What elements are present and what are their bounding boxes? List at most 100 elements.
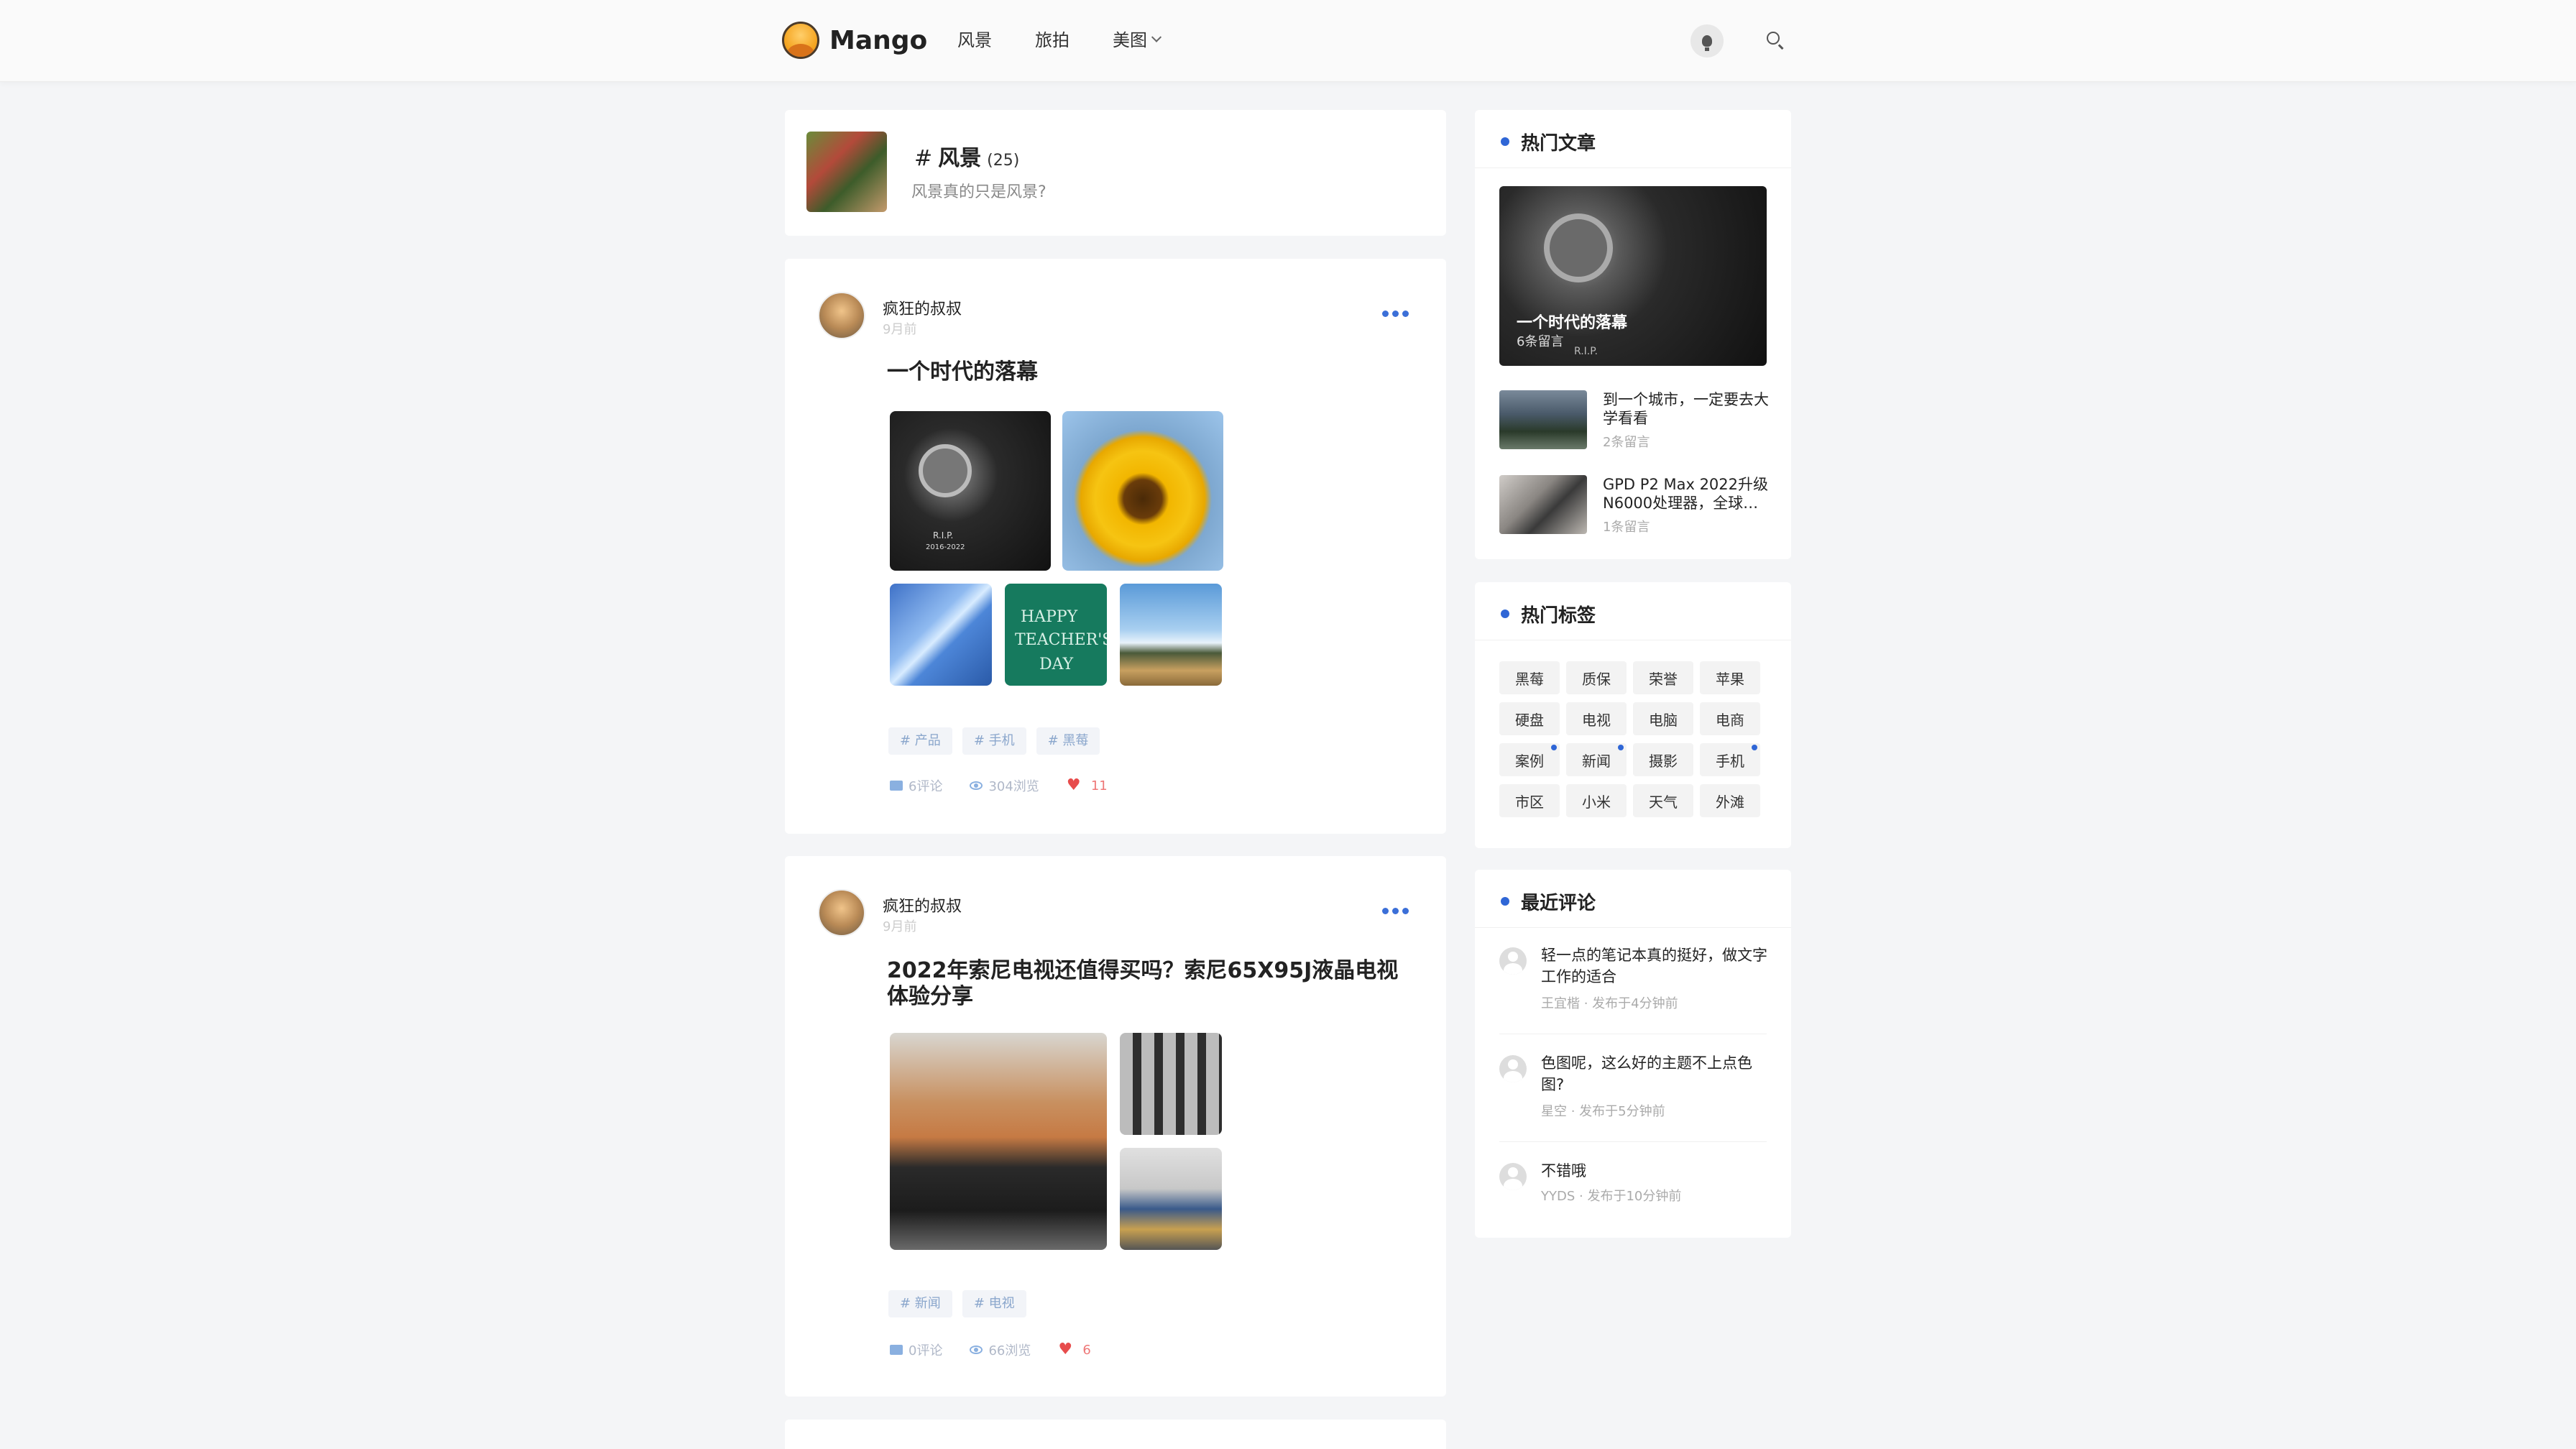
post-image-sunflower[interactable]	[1062, 411, 1223, 571]
dot	[1392, 908, 1399, 914]
tag-link[interactable]: # 黑莓	[1036, 727, 1100, 755]
like-button[interactable]: ♥ 11	[1067, 778, 1108, 794]
post-tags: # 新闻 # 电视	[888, 1290, 1026, 1317]
post-title[interactable]: 2022年索尼电视还值得买吗？索尼65X95J液晶电视体验分享	[887, 958, 1419, 1010]
tag-pill[interactable]: 电脑	[1633, 702, 1693, 735]
category-count: (25)	[987, 152, 1020, 170]
image-caption: DAY	[1039, 656, 1074, 673]
avatar[interactable]	[818, 889, 865, 937]
post-time: 9月前	[883, 322, 917, 337]
post-time: 9月前	[883, 919, 917, 934]
eye-icon	[970, 1346, 983, 1354]
comment-item[interactable]: 不错哦 YYDS · 发布于10分钟前	[1499, 1160, 1772, 1218]
post-title[interactable]: 一个时代的落幕	[887, 359, 1419, 385]
hot-article-comments: 2条留言	[1603, 435, 1650, 450]
theme-toggle-button[interactable]	[1690, 24, 1724, 58]
hero-title: 一个时代的落幕	[1517, 314, 1628, 332]
tag-label: 案例	[1515, 752, 1544, 770]
chevron-down-icon	[1151, 32, 1162, 42]
post-image-landscape[interactable]	[1120, 584, 1222, 686]
top-navbar: Mango 风景 旅拍 美图	[0, 0, 2576, 82]
more-options-button[interactable]	[1382, 908, 1409, 914]
tag-label: 市区	[1515, 793, 1544, 811]
comment-count[interactable]: 0评论	[890, 1340, 942, 1359]
tag-pill[interactable]: 手机	[1700, 743, 1760, 776]
tag-pill[interactable]: 硬盘	[1499, 702, 1560, 735]
widget-title: 热门标签	[1521, 604, 1596, 627]
comment-item[interactable]: 色图呢，这么好的主题不上点色图? 星空 · 发布于5分钟前	[1499, 1052, 1772, 1138]
widget-heading: 热门标签	[1501, 599, 1596, 628]
tag-label: 摄影	[1649, 752, 1678, 770]
nav-label: 旅拍	[1035, 30, 1070, 50]
post-meta: 0评论 66浏览 ♥ 6	[890, 1340, 1118, 1359]
tag-pill[interactable]: 天气	[1633, 784, 1693, 817]
nav-label: 美图	[1113, 30, 1147, 50]
avatar[interactable]	[818, 292, 865, 339]
post-author[interactable]: 疯狂的叔叔	[883, 893, 962, 916]
category-header: # 风景 (25) 风景真的只是风景?	[785, 110, 1446, 236]
tag-pill[interactable]: 苹果	[1700, 661, 1760, 694]
search-button[interactable]	[1762, 27, 1788, 53]
heart-icon: ♥	[1058, 1340, 1073, 1358]
tag-pill[interactable]: 黑莓	[1499, 661, 1560, 694]
image-caption: R.I.P.	[1574, 346, 1598, 357]
tag-pill[interactable]: 外滩	[1700, 784, 1760, 817]
tag-label: 电脑	[1649, 711, 1678, 729]
category-name: 风景	[938, 146, 982, 171]
mango-logo-icon	[782, 22, 819, 59]
hot-indicator-icon	[1551, 745, 1557, 750]
post-meta: 6评论 304浏览 ♥ 11	[890, 776, 1135, 795]
avatar	[1499, 947, 1527, 975]
tag-pill[interactable]: 电视	[1566, 702, 1627, 735]
tag-link[interactable]: # 手机	[962, 727, 1026, 755]
tag-link[interactable]: # 产品	[888, 727, 952, 755]
hot-article-thumbnail	[1499, 390, 1587, 449]
dot	[1392, 310, 1399, 317]
post-author[interactable]: 疯狂的叔叔	[883, 296, 962, 319]
post-image-chairs[interactable]	[890, 1033, 1107, 1250]
post-image-teachers-day[interactable]: HAPPY TEACHER'S DAY	[1005, 584, 1107, 686]
tag-label: 天气	[1649, 793, 1678, 811]
image-caption: TEACHER'S	[1015, 631, 1107, 649]
hero-comment-count: 6条留言	[1517, 334, 1564, 349]
hot-article-hero[interactable]: 一个时代的落幕 6条留言 R.I.P.	[1499, 186, 1767, 366]
category-thumbnail	[806, 132, 887, 212]
tag-pill[interactable]: 摄影	[1633, 743, 1693, 776]
like-button[interactable]: ♥ 6	[1058, 1340, 1090, 1358]
tag-link[interactable]: # 新闻	[888, 1290, 952, 1317]
post-image-office[interactable]	[1120, 1148, 1222, 1250]
tag-pill[interactable]: 新闻	[1566, 743, 1627, 776]
tag-pill[interactable]: 质保	[1566, 661, 1627, 694]
nav-item-photos[interactable]: 美图	[1113, 26, 1162, 55]
tag-pill[interactable]: 案例	[1499, 743, 1560, 776]
dot	[1382, 310, 1389, 317]
image-caption: R.I.P.	[933, 530, 954, 540]
like-count-text: 11	[1090, 778, 1108, 794]
hot-article-item[interactable]: GPD P2 Max 2022升级N6000处理器，全球… 1条留言	[1499, 475, 1772, 535]
tag-pill[interactable]: 小米	[1566, 784, 1627, 817]
hot-article-thumbnail	[1499, 475, 1587, 534]
nav-item-landscape[interactable]: 风景	[957, 26, 992, 55]
comment-count[interactable]: 6评论	[890, 776, 942, 795]
comment-item[interactable]: 轻一点的笔记本真的挺好，做文字工作的适合 王宜楷 · 发布于4分钟前	[1499, 944, 1772, 1031]
comment-text: 不错哦	[1541, 1162, 1586, 1179]
tag-pill[interactable]: 电商	[1700, 702, 1760, 735]
widget-heading: 最近评论	[1501, 887, 1596, 916]
nav-item-travel[interactable]: 旅拍	[1035, 26, 1070, 55]
tag-pill[interactable]: 市区	[1499, 784, 1560, 817]
post-image-buildings[interactable]	[890, 584, 992, 686]
widget-heading: 热门文章	[1501, 127, 1596, 156]
divider	[1475, 167, 1791, 168]
hot-article-item[interactable]: 到一个城市，一定要去大学看看 2条留言	[1499, 390, 1772, 450]
more-options-button[interactable]	[1382, 310, 1409, 317]
bullet-icon	[1501, 897, 1509, 906]
tag-label: 小米	[1582, 793, 1611, 811]
tag-link[interactable]: # 电视	[962, 1290, 1026, 1317]
lightbulb-icon	[1702, 35, 1712, 51]
post-image-blackberry[interactable]: R.I.P. 2016-2022	[890, 411, 1051, 571]
comment-meta: 王宜楷 · 发布于4分钟前	[1541, 996, 1678, 1011]
tag-pill[interactable]: 荣誉	[1633, 661, 1693, 694]
site-logo[interactable]: Mango	[782, 22, 927, 59]
comment-text: 轻一点的笔记本真的挺好，做文字工作的适合	[1541, 947, 1767, 985]
post-image-building-facade[interactable]	[1120, 1033, 1222, 1135]
